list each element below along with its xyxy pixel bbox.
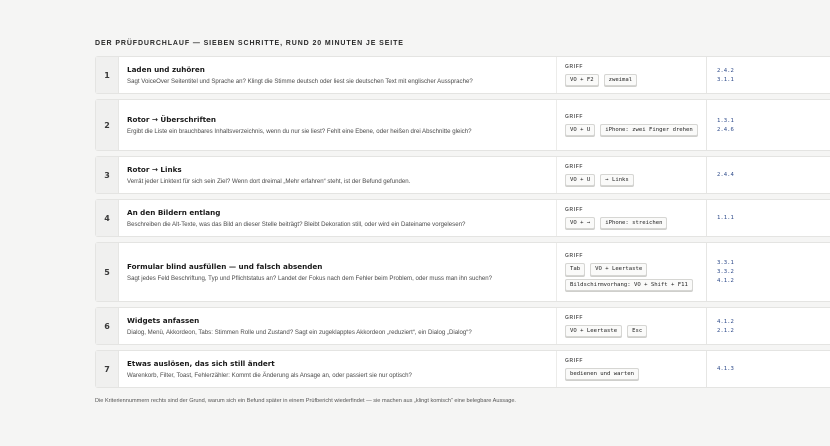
step-number: 1 xyxy=(96,57,119,93)
step-description: Sagt jedes Feld Beschriftung, Typ und Pf… xyxy=(127,275,493,282)
key-list: VO + F2 zweimal xyxy=(565,73,698,87)
criteria-list: 1.1.1 xyxy=(707,200,830,236)
step-content: Rotor → Links Verrät jeder Linktext für s… xyxy=(119,157,557,193)
step-content: Widgets anfassen Dialog, Menü, Akkordeon,… xyxy=(119,308,557,344)
step-title: Laden und zuhören xyxy=(127,65,205,74)
step-title: Rotor → Links xyxy=(127,165,182,174)
step-number: 7 xyxy=(96,351,119,387)
key-chip: iPhone: zwei Finger drehen xyxy=(600,123,698,137)
criterion-number: 2.4.4 xyxy=(717,172,734,178)
key-chip: VO + → xyxy=(565,216,596,230)
grip-label: GRIFF xyxy=(565,163,583,170)
key-chip: VO + U xyxy=(565,173,596,187)
step-description: Ergibt die Liste ein brauchbares Inhalts… xyxy=(127,128,472,135)
grip-label: GRIFF xyxy=(565,63,583,70)
key-chip: VO + F2 xyxy=(565,73,599,87)
grip-label: GRIFF xyxy=(565,252,583,259)
step-description: Verrät jeder Linktext für sich sein Ziel… xyxy=(127,178,411,185)
step-list: 1 Laden und zuhören Sagt VoiceOver Seitent… xyxy=(95,56,830,393)
step-title: Etwas auslösen, das sich still ändert xyxy=(127,359,275,368)
criteria-list: 1.3.1 2.4.6 xyxy=(707,100,830,150)
key-list: VO + → iPhone: streichen xyxy=(565,216,698,230)
step-row: 6 Widgets anfassen Dialog, Menü, Akkordeon… xyxy=(95,307,830,345)
key-chip: zweimal xyxy=(603,73,638,87)
key-chip: iPhone: streichen xyxy=(600,216,668,230)
criteria-list: 3.3.1 3.3.2 4.1.2 xyxy=(707,243,830,301)
grip-label: GRIFF xyxy=(565,113,583,120)
grip-panel: GRIFF VO + → iPhone: streichen xyxy=(557,200,707,236)
key-chip: VO + Leertaste xyxy=(565,324,623,338)
step-number: 5 xyxy=(96,243,119,301)
step-description: Dialog, Menü, Akkordeon, Tabs: Stimmen R… xyxy=(127,329,472,336)
footer-note: Die Kriteriennummern rechts sind der Gru… xyxy=(95,398,516,404)
criteria-list: 4.1.2 2.1.2 xyxy=(707,308,830,344)
criterion-number: 2.4.2 xyxy=(717,67,734,74)
key-chip: VO + U xyxy=(565,123,596,137)
step-number: 6 xyxy=(96,308,119,344)
key-chip: bedienen und warten xyxy=(565,367,639,381)
step-description: Sagt VoiceOver Seitentitel und Sprache a… xyxy=(127,78,473,85)
step-content: Etwas auslösen, das sich still ändert War… xyxy=(119,351,557,387)
step-title: Formular blind ausfüllen — und falsch ab… xyxy=(127,262,323,271)
criteria-list: 2.4.4 xyxy=(707,157,830,193)
grip-panel: GRIFF VO + U iPhone: zwei Finger drehen xyxy=(557,100,707,150)
key-chip: Bildschirmvorhang: VO + Shift + F11 xyxy=(565,278,693,292)
grip-panel: GRIFF bedienen und warten xyxy=(557,351,707,387)
criterion-number: 4.1.2 xyxy=(717,278,734,284)
step-number: 4 xyxy=(96,200,119,236)
criterion-number: 3.3.1 xyxy=(717,260,734,266)
key-list: bedienen und warten xyxy=(565,367,698,381)
criterion-number: 1.3.1 xyxy=(717,117,734,124)
key-list: Tab VO + Leertaste Bildschirmvorhang: VO +… xyxy=(565,262,698,292)
step-row: 7 Etwas auslösen, das sich still ändert Wa… xyxy=(95,350,830,388)
step-row: 4 An den Bildern entlang Beschreiben die A… xyxy=(95,199,830,237)
step-row: 2 Rotor → Überschriften Ergibt die Liste e… xyxy=(95,99,830,151)
step-content: An den Bildern entlang Beschreiben die Al… xyxy=(119,200,557,236)
criterion-number: 2.4.6 xyxy=(717,126,734,133)
criterion-number: 4.1.2 xyxy=(717,318,734,325)
page-heading: DER PRÜFDURCHLAUF — SIEBEN SCHRITTE, RUN… xyxy=(95,40,404,47)
criterion-number: 2.1.2 xyxy=(717,327,734,334)
step-number: 2 xyxy=(96,100,119,150)
step-content: Formular blind ausfüllen — und falsch ab… xyxy=(119,243,557,301)
criterion-number: 1.1.1 xyxy=(717,215,734,221)
key-chip: Tab xyxy=(565,262,586,276)
step-description: Beschreiben die Alt-Texte, was das Bild … xyxy=(127,221,466,228)
grip-panel: GRIFF VO + F2 zweimal xyxy=(557,57,707,93)
grip-panel: GRIFF Tab VO + Leertaste Bildschirmvorhang:… xyxy=(557,243,707,301)
step-title: Rotor → Überschriften xyxy=(127,115,217,124)
step-title: Widgets anfassen xyxy=(127,316,200,325)
key-list: VO + U → Links xyxy=(565,173,698,187)
key-chip: Esc xyxy=(627,324,648,338)
criterion-number: 3.1.1 xyxy=(717,76,734,83)
key-list: VO + U iPhone: zwei Finger drehen xyxy=(565,123,698,137)
criterion-number: 4.1.3 xyxy=(717,366,734,372)
criteria-list: 4.1.3 xyxy=(707,351,830,387)
grip-panel: GRIFF VO + U → Links xyxy=(557,157,707,193)
step-description: Warenkorb, Filter, Toast, Fehlerzähler: … xyxy=(127,372,412,379)
step-content: Laden und zuhören Sagt VoiceOver Seitenti… xyxy=(119,57,557,93)
grip-label: GRIFF xyxy=(565,357,583,364)
key-list: VO + Leertaste Esc xyxy=(565,324,698,338)
step-row: 5 Formular blind ausfüllen — und falsch a… xyxy=(95,242,830,302)
criteria-list: 2.4.2 3.1.1 xyxy=(707,57,830,93)
step-row: 3 Rotor → Links Verrät jeder Linktext für … xyxy=(95,156,830,194)
step-title: An den Bildern entlang xyxy=(127,208,221,217)
grip-label: GRIFF xyxy=(565,314,583,321)
step-number: 3 xyxy=(96,157,119,193)
key-chip: VO + Leertaste xyxy=(590,262,648,276)
step-content: Rotor → Überschriften Ergibt die Liste ei… xyxy=(119,100,557,150)
grip-panel: GRIFF VO + Leertaste Esc xyxy=(557,308,707,344)
grip-label: GRIFF xyxy=(565,206,583,213)
step-row: 1 Laden und zuhören Sagt VoiceOver Seitent… xyxy=(95,56,830,94)
criterion-number: 3.3.2 xyxy=(717,269,734,275)
key-chip: → Links xyxy=(600,173,634,187)
